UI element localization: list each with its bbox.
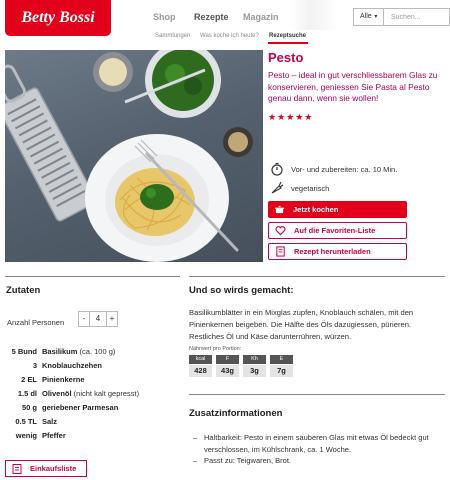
nutrition-head: F [216,355,239,364]
recipe-photo [5,50,263,262]
nutrition-value: 428 [189,365,212,377]
nutrition-value: 43g [216,365,239,377]
recipe-lead: Pesto – ideal in gut verschliessbarem Gl… [268,70,438,103]
nutrition-item: kcal 428 [189,355,212,377]
nutrition-item: F 43g [216,355,239,377]
list-item: Passt zu: Teigwaren, Brot. [189,455,445,467]
ingredient-qty: 1.5 dl [17,389,37,398]
nutrition-label: Nährwert pro Portion: [189,346,242,352]
ingredient-row: 0.5 TL Salz [0,417,185,429]
nutrition-head: kcal [189,355,212,364]
subnav-rezeptsuche[interactable]: Rezeptsuche [269,33,306,39]
additional-title: Zusatzinformationen [189,408,283,419]
subnav-sammlungen[interactable]: Sammlungen [155,33,190,39]
ingredients-title: Zutaten [6,285,41,296]
time-text: Vor- und zubereiten: ca. 10 Min. [291,164,398,174]
shopping-list-button[interactable]: Einkaufsliste [5,460,87,477]
cook-now-button[interactable]: Jetzt kochen [268,201,407,218]
ingredient-row: 3 Knoblauchzehen [0,361,185,373]
ingredient-row: 2 EL Pinienkerne [0,375,185,387]
ingredient-qty: wenig [15,431,37,440]
nutrition-head: E [270,355,293,364]
ingredient-qty: 50 g [21,403,37,412]
chevron-down-icon: ▾ [372,14,378,20]
ingredient-name: Salz [42,417,58,426]
nutrition-item: E 7g [270,355,293,377]
favorite-label: Auf die Favoriten-Liste [294,226,376,235]
favorite-button[interactable]: Auf die Favoriten-Liste [268,222,407,239]
divider [5,276,180,277]
additional-list: Haltbarkeit: Pesto in einem sauberen Gla… [189,432,445,467]
ingredient-row: 5 Bund Basilikum (ca. 100 g) [0,347,185,359]
search-scope-select[interactable]: Alle ▾ [354,9,384,25]
nav-shop[interactable]: Shop [153,12,176,22]
nav-magazin[interactable]: Magazin [243,12,279,22]
nav-rezepte[interactable]: Rezepte [194,12,229,22]
ingredient-name: Pinienkerne [42,375,85,384]
header-decoration [290,0,340,30]
increment-button[interactable]: + [107,312,117,326]
pot-icon [274,205,285,214]
persons-stepper: - 4 + [78,311,118,327]
download-label: Rezept herunterladen [294,247,371,256]
rating-stars[interactable]: ★★★★★ [268,112,313,123]
document-icon [276,246,285,257]
ingredient-name: Olivenöl (nicht kalt gepresst) [42,389,140,398]
ingredient-qty: 3 [32,361,37,370]
recipe-title: Pesto [268,50,304,65]
ingredient-name: Knoblauchzehen [42,361,103,370]
method-title: Und so wirds gemacht: [189,285,294,296]
ingredient-qty: 2 EL [21,375,37,384]
ingredient-name: Basilikum (ca. 100 g) [42,347,116,356]
time-info: Vor- und zubereiten: ca. 10 Min. [270,162,397,176]
shopping-list-label: Einkaufsliste [30,464,77,473]
logo[interactable]: Betty Bossi [5,0,111,36]
nutrition-value: 3g [243,365,266,377]
ingredient-qty: 5 Bund [11,347,37,356]
nutrition-value: 7g [270,365,293,377]
diet-info: vegetarisch [270,181,329,195]
header: Betty Bossi Shop Rezepte Magazin Alle ▾ … [0,0,450,46]
carrot-icon [271,181,284,194]
list-item: Haltbarkeit: Pesto in einem sauberen Gla… [189,432,445,455]
ingredient-row: 50 g geriebener Parmesan [0,403,185,415]
decrement-button[interactable]: - [79,312,89,326]
ingredient-row: wenig Pfeffer [0,431,185,443]
search-input[interactable] [385,9,449,25]
ingredient-name: geriebener Parmesan [42,403,119,412]
method-text: Basilikumblätter in ein Mixglas zupfen, … [189,308,414,341]
nutrition-head: Kh [243,355,266,364]
ingredient-qty: 0.5 TL [15,417,37,426]
nutrition-item: Kh 3g [243,355,266,377]
subnav-active-indicator [268,42,308,44]
cook-now-label: Jetzt kochen [293,205,339,214]
persons-label: Anzahl Personen [7,318,65,327]
list-icon [12,463,22,474]
divider [189,276,445,277]
diet-text: vegetarisch [291,183,330,193]
persons-value[interactable]: 4 [89,312,107,326]
download-button[interactable]: Rezept herunterladen [268,243,407,260]
ingredient-name: Pfeffer [42,431,66,440]
heart-icon [275,226,286,236]
ingredient-row: 1.5 dl Olivenöl (nicht kalt gepresst) [0,389,185,401]
stopwatch-icon [271,162,283,176]
divider [189,394,445,395]
subnav-was-koche-ich[interactable]: Was koche ich heute? [200,33,259,39]
search-bar: Alle ▾ [353,8,450,26]
